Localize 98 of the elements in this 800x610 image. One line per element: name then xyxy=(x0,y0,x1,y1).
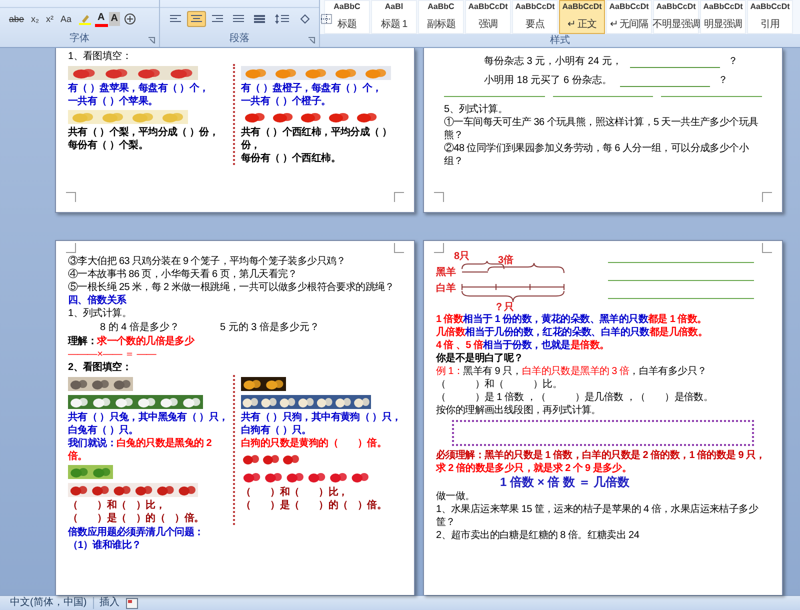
font-tool-button[interactable]: Aa xyxy=(58,12,75,26)
text-line: 有（ ）盘橙子，每盘有（ ）个， xyxy=(241,82,383,95)
question-text: 8 的 4 倍是多少？ xyxy=(100,321,180,334)
text-line: 一共有（ ）个橙子。 xyxy=(241,95,332,108)
text-line: 4 倍 、5 倍相当于份数，也就是是倍数。 xyxy=(436,339,610,352)
group-label: 字体 xyxy=(70,32,90,44)
crop-mark xyxy=(762,192,772,202)
text-line: 倍数应用题必须弄清几个问题： xyxy=(68,526,205,539)
style-gallery-item[interactable]: AaBbC 副标题 xyxy=(418,0,464,34)
character-shading-button[interactable]: A xyxy=(108,12,120,26)
text-line: 你是不是明白了呢？ xyxy=(436,352,524,365)
text-line: （ ）和（ ）比， xyxy=(241,486,349,499)
diagram-label: 黑羊 xyxy=(436,267,456,278)
text-line: 白兔有（ ）只。 xyxy=(68,424,140,437)
text-line: （ ）是（ ）的（ ）倍。 xyxy=(68,512,205,525)
crop-mark xyxy=(762,243,772,253)
style-gallery-item[interactable]: AaBbCcDt ↵ 无间隔 xyxy=(606,0,652,34)
text-line: （1）谁和谁比？ xyxy=(68,539,142,552)
text-line: 白狗有（ ）只。 xyxy=(241,424,312,437)
text-line: 几倍数相当于几份的数，红花的朵数、白羊的只数都是几倍数。 xyxy=(436,326,709,339)
text-line: 求 2 倍的数是多少只，就是求 2 个 9 是多少。 xyxy=(436,462,633,475)
crop-mark xyxy=(66,192,76,202)
paragraph-tool-button[interactable] xyxy=(187,11,206,27)
group-label: 样式 xyxy=(550,34,570,46)
text-line: 按你的理解画出线段图，再列式计算。 xyxy=(436,404,602,417)
text-line: 共有（ ）只狗，其中有黄狗（ ）只， xyxy=(241,411,402,424)
diagram-label: 白羊 xyxy=(436,283,456,294)
text-line: 1、看图填空： xyxy=(68,50,132,63)
text-line: ①一车间每天可生产 36 个玩具熊，照这样计算，5 天一共生产多少个玩具熊？ xyxy=(444,116,760,142)
text-line: 我们就说：白兔的只数是黑兔的 2 倍。 xyxy=(68,437,213,463)
diagram-label: 8只 xyxy=(454,251,470,262)
dialog-launcher-icon[interactable] xyxy=(308,37,315,44)
text-line: 共有（ ）只兔，其中黑兔有（ ）只， xyxy=(68,411,229,424)
style-gallery-item[interactable]: AaBbCcDt ↵ 正文 xyxy=(559,0,605,34)
font-tool-button[interactable]: x₂ xyxy=(28,12,42,26)
text-line: 理解：求一个数的几倍是多少 xyxy=(68,335,196,348)
text-line: （ ）和（ ）比， xyxy=(68,499,166,512)
style-gallery-item[interactable]: AaBbCcDt 不明显强调 xyxy=(653,0,699,34)
align-center-icon xyxy=(191,14,202,24)
text-line: ———×—— ＝ —— xyxy=(68,348,158,361)
macro-record-icon[interactable] xyxy=(126,598,138,608)
text-line: 一共有（ ）个苹果。 xyxy=(68,95,159,108)
question-text: 5 元的 3 倍是多少元？ xyxy=(220,321,320,334)
crop-mark xyxy=(434,192,444,202)
text-line: 白狗的只数是黄狗的（ ）倍。 xyxy=(241,437,388,450)
crop-mark xyxy=(394,192,404,202)
style-gallery-item[interactable]: AaBbCcDt 要点 xyxy=(512,0,558,34)
style-gallery-item[interactable]: AaBbCcDt 引用 xyxy=(747,0,793,34)
style-gallery-item[interactable]: AaBbCcDt 明显强调 xyxy=(700,0,746,34)
highlighter-icon xyxy=(78,13,91,25)
align-left-icon xyxy=(170,14,181,24)
text-line: 5、列式计算。 xyxy=(444,103,508,116)
text-line: 例 1：黑羊有 9 只，白羊的只数是黑羊的 3 倍，白羊有多少只？ xyxy=(436,365,708,378)
justify-icon xyxy=(233,14,244,24)
group-label: 段落 xyxy=(230,32,250,44)
crop-mark xyxy=(434,243,444,253)
align-right-icon xyxy=(212,14,223,24)
text-line: ④一本故事书 86 页，小华每天看 6 页，第几天看完？ xyxy=(68,268,298,281)
dialog-launcher-icon[interactable] xyxy=(148,37,155,44)
text-line: 共有（ ）个西红柿，平均分成（ ）份， xyxy=(241,126,392,152)
insert-mode-status[interactable]: 插入 xyxy=(92,597,120,609)
crop-mark xyxy=(394,243,404,253)
text-line: （ ）和（ ）比。 xyxy=(436,378,564,391)
text-line: 每份有（ ）个西红柿。 xyxy=(241,152,342,165)
font-tool-button[interactable]: x² xyxy=(43,12,57,26)
question-text: 小明用 18 元买了 6 份杂志。 xyxy=(484,74,612,87)
text-line: ②48 位同学们到果园参加义务劳动，每 6 人分一组，可以分成多少个小组？ xyxy=(444,142,750,168)
text-line: （ ）是 1 倍数 ，（ ）是几倍数 ，（ ）是倍数。 xyxy=(436,391,714,404)
text-line: 有（ ）盘苹果，每盘有（ ）个， xyxy=(68,82,210,95)
strikethrough-button[interactable]: abe xyxy=(6,12,28,26)
text-line: （ ）是（ ）的（ ）倍。 xyxy=(241,499,388,512)
language-status[interactable]: 中文(简体，中国) xyxy=(10,597,87,609)
question-text: 每份杂志 3 元，小明有 24 元， xyxy=(484,55,622,68)
borders-icon xyxy=(321,14,332,24)
text-line: 四、倍数关系 xyxy=(68,294,128,307)
diagram-label: ？只 xyxy=(494,302,514,313)
text-line: 共有（ ）个梨，平均分成（ ）份， xyxy=(68,126,220,139)
text-line: 2、看图填空： xyxy=(68,361,132,374)
text-line: 必须理解：黑羊的只数是 1 倍数，白羊的只数是 2 倍的数，1 倍的数是 9 只， xyxy=(436,449,766,462)
text-line: 1 倍数相当于 1 份的数，黄花的朵数、黑羊的只数都是 1 倍数。 xyxy=(436,313,708,326)
text-line: 2、超市卖出的白糖是红糖的 8 倍。红糖卖出 24 xyxy=(436,529,640,542)
text-line: ③李大伯把 63 只鸡分装在 9 个笼子，平均每个笼子装多少只鸡？ xyxy=(68,255,347,268)
crop-mark xyxy=(66,243,76,253)
style-gallery-item[interactable]: AaBbCcDt 强调 xyxy=(465,0,511,34)
diagram-label: 3倍 xyxy=(498,255,514,266)
text-line: 做一做。 xyxy=(436,490,476,503)
line-spacing-icon xyxy=(275,14,289,24)
style-gallery-item[interactable]: AaBl 标题 1 xyxy=(371,0,417,34)
text-line: 1、水果店运来苹果 15 筐，运来的桔子是苹果的 4 倍，水果店运来桔子多少筐？ xyxy=(436,503,760,529)
text-line: 1、列式计算。 xyxy=(68,307,132,320)
style-gallery-item[interactable]: AaBbC 标题 xyxy=(324,0,370,34)
text-line: ⑤一根长绳 25 米，每 2 米做一根跳绳，一共可以做多少根符合要求的跳绳？ xyxy=(68,281,396,294)
enclosed-character-icon xyxy=(124,13,136,25)
text-line: 每份有（ ）个梨。 xyxy=(68,139,150,152)
question-mark: ？ xyxy=(718,74,728,87)
question-mark: ？ xyxy=(728,55,738,68)
formula-text: 1 倍数 × 倍 数 ＝ 几倍数 xyxy=(499,475,631,490)
distribute-icon xyxy=(254,14,265,24)
